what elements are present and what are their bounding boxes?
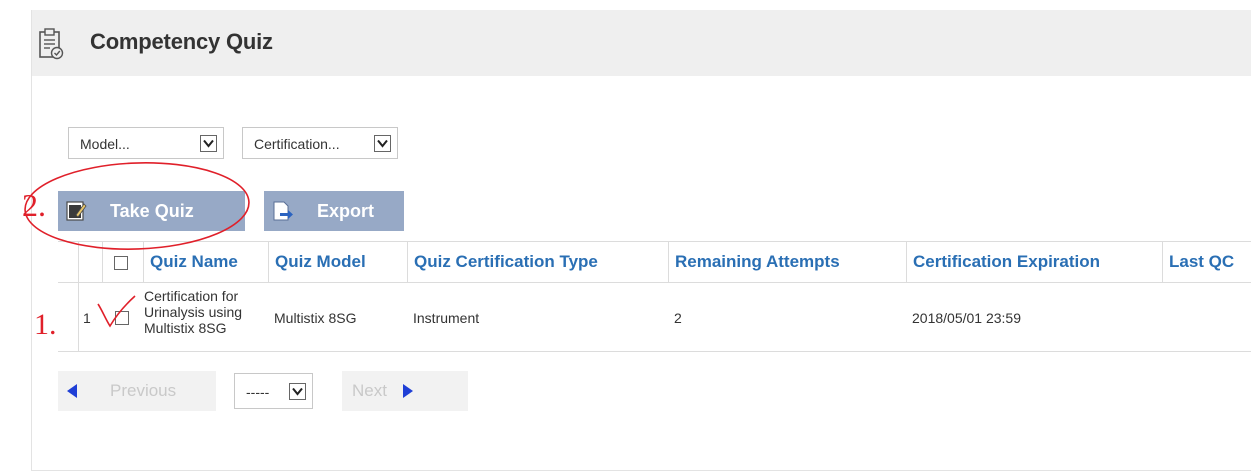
certification-select-value: Certification... <box>254 136 340 152</box>
quiz-name-line: Multistix 8SG <box>144 320 227 336</box>
take-quiz-label: Take Quiz <box>110 201 194 221</box>
page-select-value: ----- <box>246 384 270 400</box>
row-checkbox[interactable] <box>115 311 129 325</box>
model-select[interactable]: Model... <box>68 127 224 159</box>
quiz-name-cell[interactable]: Certification for Urinalysis using Multi… <box>144 288 242 336</box>
quiz-name-line: Certification for <box>144 288 239 304</box>
select-all-checkbox[interactable] <box>114 256 128 270</box>
previous-label: Previous <box>110 381 177 400</box>
page-select[interactable]: ----- <box>234 373 313 409</box>
column-header-certification-expiration[interactable]: Certification Expiration <box>906 242 1162 282</box>
remaining-attempts-cell: 2 <box>674 310 682 326</box>
column-divider <box>78 242 79 351</box>
column-header-quiz-name[interactable]: Quiz Name <box>143 242 268 282</box>
column-header-certification-type[interactable]: Quiz Certification Type <box>407 242 668 282</box>
column-header-remaining-attempts[interactable]: Remaining Attempts <box>668 242 906 282</box>
next-label: Next <box>352 381 387 400</box>
page-header: Competency Quiz <box>32 10 1251 76</box>
row-index: 1 <box>83 310 91 326</box>
export-icon <box>270 199 294 223</box>
quiz-table: Quiz Name Quiz Model Quiz Certification … <box>58 241 1251 352</box>
column-header-quiz-model[interactable]: Quiz Model <box>268 242 407 282</box>
clipboard-check-icon <box>37 27 65 61</box>
certification-select[interactable]: Certification... <box>242 127 398 159</box>
certification-type-cell: Instrument <box>413 310 480 326</box>
table-header: Quiz Name Quiz Model Quiz Certification … <box>58 242 1251 283</box>
model-select-value: Model... <box>80 136 130 152</box>
page-title: Competency Quiz <box>90 29 273 54</box>
quiz-panel: Competency Quiz Model... Certification..… <box>31 10 1251 471</box>
quiz-name-line: Urinalysis using <box>144 304 243 320</box>
arrow-left-icon <box>66 383 78 404</box>
previous-button[interactable]: Previous <box>58 371 216 411</box>
certification-expiration-cell: 2018/05/01 23:59 <box>912 310 1021 326</box>
column-header-last-qc[interactable]: Last QC <box>1162 242 1251 282</box>
edit-note-icon <box>64 199 88 223</box>
chevron-down-icon[interactable] <box>289 383 306 400</box>
chevron-down-icon[interactable] <box>200 135 217 152</box>
export-button[interactable]: Export <box>264 191 404 231</box>
chevron-down-icon[interactable] <box>374 135 391 152</box>
column-divider <box>102 242 103 282</box>
export-label: Export <box>317 201 375 221</box>
next-button[interactable]: Next <box>342 371 468 411</box>
quiz-model-cell: Multistix 8SG <box>274 310 357 326</box>
arrow-right-icon <box>402 383 414 404</box>
take-quiz-button[interactable]: Take Quiz <box>58 191 245 231</box>
